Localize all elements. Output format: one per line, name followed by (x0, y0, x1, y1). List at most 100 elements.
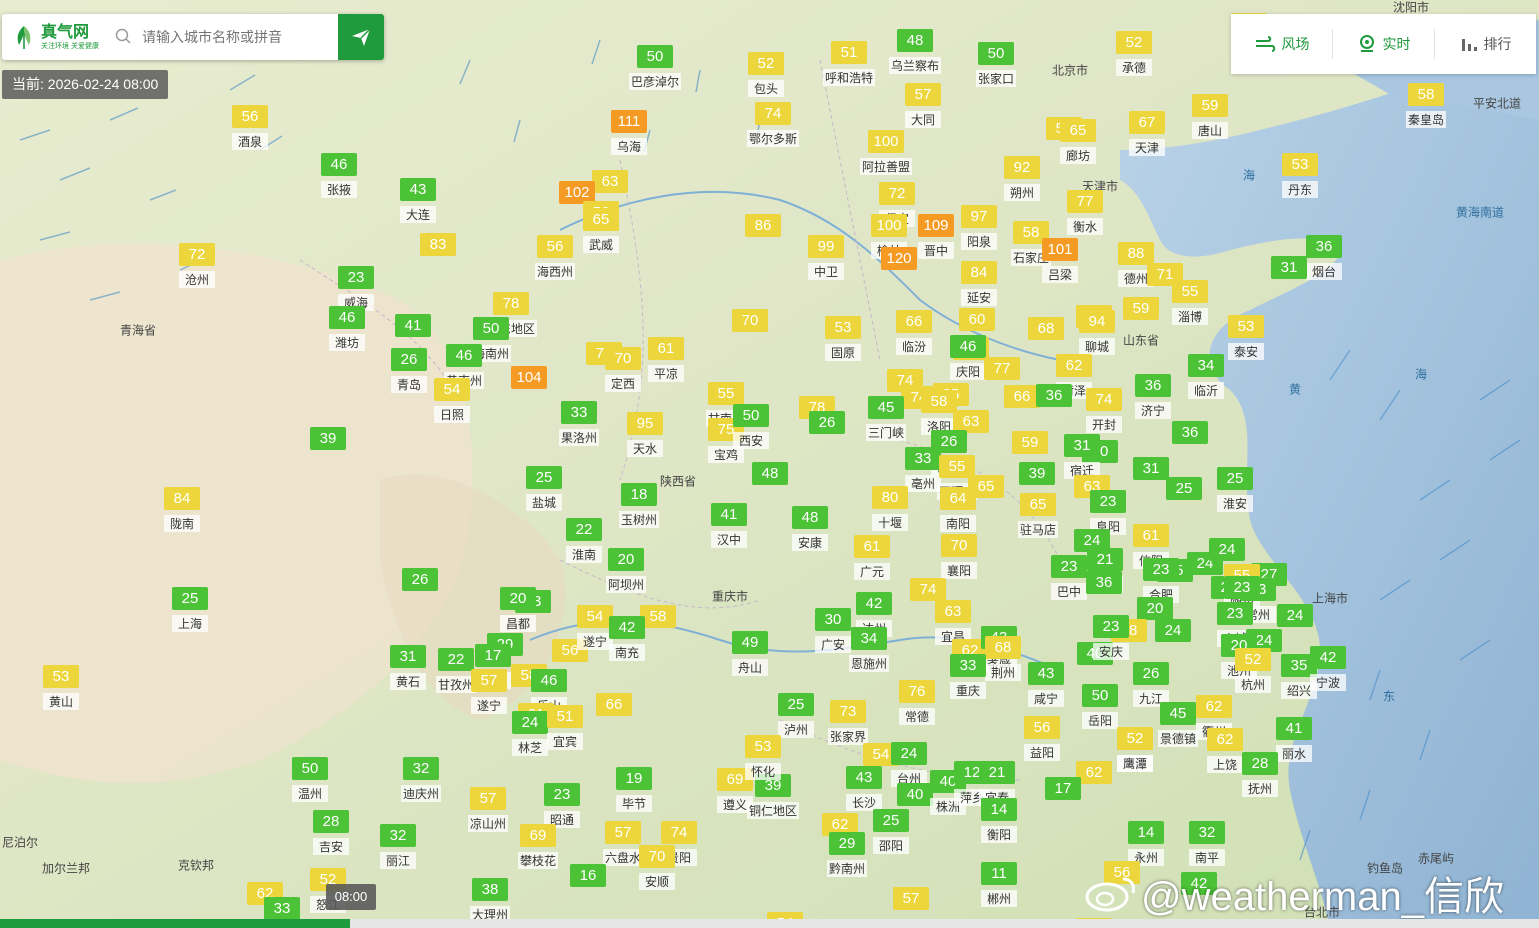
aqi-station-marker[interactable]: 49 舟山 (732, 631, 768, 676)
aqi-station-marker[interactable]: 66 (596, 693, 632, 716)
search-button[interactable] (338, 14, 384, 60)
aqi-station-marker[interactable]: 43 长沙 (846, 766, 882, 811)
aqi-station-marker[interactable]: 25 (1166, 477, 1202, 500)
aqi-station-marker[interactable]: 53 丹东 (1282, 153, 1318, 198)
aqi-station-marker[interactable]: 22 甘孜州 (435, 648, 477, 693)
aqi-station-marker[interactable]: 52 杭州 (1235, 648, 1271, 693)
timeline-current-label[interactable]: 08:00 (326, 884, 376, 910)
aqi-station-marker[interactable]: 53 泰安 (1228, 315, 1264, 360)
aqi-station-marker[interactable]: 69 攀枝花 (517, 824, 559, 869)
aqi-station-marker[interactable]: 25 淮安 (1217, 467, 1253, 512)
aqi-station-marker[interactable]: 62 (1076, 761, 1112, 784)
aqi-station-marker[interactable]: 25 泸州 (778, 693, 814, 738)
aqi-station-marker[interactable]: 99 中卫 (808, 235, 844, 280)
aqi-station-marker[interactable]: 70 (732, 309, 768, 332)
aqi-station-marker[interactable]: 51 宜宾 (547, 705, 583, 750)
aqi-station-marker[interactable]: 41 汉中 (711, 503, 747, 548)
aqi-station-marker[interactable]: 36 (1036, 384, 1072, 407)
aqi-station-marker[interactable]: 53 黄山 (43, 665, 79, 710)
aqi-station-marker[interactable]: 36 济宁 (1135, 374, 1171, 419)
aqi-station-marker[interactable]: 26 青岛 (391, 348, 427, 393)
aqi-station-marker[interactable]: 48 (752, 462, 788, 485)
aqi-station-marker[interactable]: 101 吕梁 (1042, 238, 1078, 283)
aqi-station-marker[interactable]: 45 景德镇 (1157, 702, 1199, 747)
aqi-station-marker[interactable]: 100 阿拉善盟 (859, 130, 913, 175)
aqi-station-marker[interactable]: 34 恩施州 (848, 627, 890, 672)
aqi-station-marker[interactable]: 95 天水 (627, 412, 663, 457)
ranking-button[interactable]: 排行 (1435, 29, 1536, 59)
aqi-station-marker[interactable]: 43 咸宁 (1028, 662, 1064, 707)
aqi-station-marker[interactable]: 54 遂宁 (577, 605, 613, 650)
aqi-station-marker[interactable]: 84 陇南 (164, 487, 200, 532)
aqi-station-marker[interactable]: 31 宿迁 (1064, 434, 1100, 479)
aqi-station-marker[interactable]: 24 (1277, 604, 1313, 627)
aqi-station-marker[interactable]: 36 烟台 (1306, 235, 1342, 280)
aqi-station-marker[interactable]: 19 毕节 (616, 767, 652, 812)
aqi-station-marker[interactable]: 23 安庆 (1093, 615, 1129, 660)
aqi-station-marker[interactable]: 26 (809, 411, 845, 434)
aqi-station-marker[interactable]: 32 南平 (1189, 821, 1225, 866)
aqi-station-marker[interactable]: 58 洛阳 (921, 390, 957, 435)
aqi-station-marker[interactable]: 42 南充 (609, 616, 645, 661)
aqi-station-marker[interactable]: 50 西安 (733, 404, 769, 449)
aqi-station-marker[interactable]: 77 衡水 (1067, 190, 1103, 235)
aqi-station-marker[interactable]: 23 威海 (338, 266, 374, 311)
aqi-station-marker[interactable]: 52 承德 (1116, 31, 1152, 76)
aqi-station-marker[interactable]: 65 武威 (583, 208, 619, 253)
aqi-station-marker[interactable]: 86 (745, 214, 781, 237)
aqi-station-marker[interactable]: 23 (1224, 576, 1260, 599)
aqi-station-marker[interactable]: 39 (310, 427, 346, 450)
aqi-station-marker[interactable]: 109 晋中 (918, 214, 954, 259)
aqi-station-marker[interactable]: 61 广元 (854, 535, 890, 580)
aqi-station-marker[interactable]: 33 果洛州 (558, 401, 600, 446)
aqi-station-marker[interactable]: 70 襄阳 (941, 534, 977, 579)
aqi-station-marker[interactable]: 74 鄂尔多斯 (746, 102, 800, 147)
aqi-station-marker[interactable]: 58 (640, 605, 676, 628)
aqi-station-marker[interactable]: 50 岳阳 (1082, 684, 1118, 729)
aqi-station-marker[interactable]: 97 阳泉 (961, 205, 997, 250)
wind-field-button[interactable]: 风场 (1231, 29, 1333, 59)
aqi-station-marker[interactable]: 46 潍坊 (329, 306, 365, 351)
aqi-station-marker[interactable]: 28 抚州 (1242, 752, 1278, 797)
aqi-station-marker[interactable]: 18 玉树州 (618, 483, 660, 528)
aqi-station-marker[interactable]: 40 (897, 783, 933, 806)
aqi-station-marker[interactable]: 33 亳州 (905, 447, 941, 492)
aqi-station-marker[interactable]: 20 阿坝州 (605, 548, 647, 593)
aqi-station-marker[interactable]: 53 怀化 (745, 735, 781, 780)
aqi-station-marker[interactable]: 30 广安 (815, 608, 851, 653)
aqi-station-marker[interactable]: 59 唐山 (1192, 94, 1228, 139)
aqi-station-marker[interactable]: 57 遂宁 (471, 669, 507, 714)
map-canvas[interactable]: 青海省 陕西省 山东省 黄海南道海海黄东尼泊尔 加尔兰邦 克钦邦 钓鱼岛 赤尾屿 北京市 沈阳市重… (0, 0, 1539, 928)
aqi-station-marker[interactable]: 31 (1271, 256, 1307, 279)
aqi-station-marker[interactable]: 67 天津 (1129, 111, 1165, 156)
aqi-station-marker[interactable]: 74 开封 (1086, 388, 1122, 433)
aqi-station-marker[interactable]: 70 安顺 (639, 845, 675, 890)
aqi-station-marker[interactable]: 84 延安 (961, 261, 997, 306)
aqi-station-marker[interactable]: 59 (1123, 297, 1159, 320)
aqi-station-marker[interactable]: 23 昭通 (544, 783, 580, 828)
aqi-station-marker[interactable]: 24 (1155, 619, 1191, 642)
aqi-station-marker[interactable]: 41 丽水 (1276, 717, 1312, 762)
aqi-station-marker[interactable]: 80 十堰 (872, 486, 908, 531)
aqi-station-marker[interactable]: 50 巴彦淖尔 (628, 45, 682, 90)
aqi-station-marker[interactable]: 58 秦皇岛 (1405, 83, 1447, 128)
aqi-station-marker[interactable]: 46 庆阳 (950, 335, 986, 380)
aqi-station-marker[interactable]: 14 永州 (1128, 821, 1164, 866)
aqi-station-marker[interactable]: 56 海西州 (534, 235, 576, 280)
aqi-station-marker[interactable]: 55 淄博 (1172, 280, 1208, 325)
aqi-station-marker[interactable]: 52 鹰潭 (1117, 727, 1153, 772)
aqi-station-marker[interactable]: 66 (1004, 385, 1040, 408)
aqi-station-marker[interactable]: 63 (592, 170, 628, 193)
aqi-station-marker[interactable]: 92 朔州 (1004, 156, 1040, 201)
aqi-station-marker[interactable]: 64 南阳 (940, 487, 976, 532)
aqi-station-marker[interactable]: 26 (402, 568, 438, 591)
aqi-station-marker[interactable]: 61 平凉 (648, 337, 684, 382)
aqi-station-marker[interactable]: 31 (1133, 457, 1169, 480)
aqi-station-marker[interactable]: 48 安康 (792, 506, 828, 551)
timeline-bar[interactable] (0, 919, 1539, 928)
aqi-station-marker[interactable]: 32 迪庆州 (400, 757, 442, 802)
aqi-station-marker[interactable]: 50 张家口 (975, 42, 1017, 87)
aqi-station-marker[interactable]: 25 盐城 (526, 466, 562, 511)
aqi-station-marker[interactable]: 25 邵阳 (873, 809, 909, 854)
aqi-station-marker[interactable]: 48 乌兰察布 (888, 29, 942, 74)
